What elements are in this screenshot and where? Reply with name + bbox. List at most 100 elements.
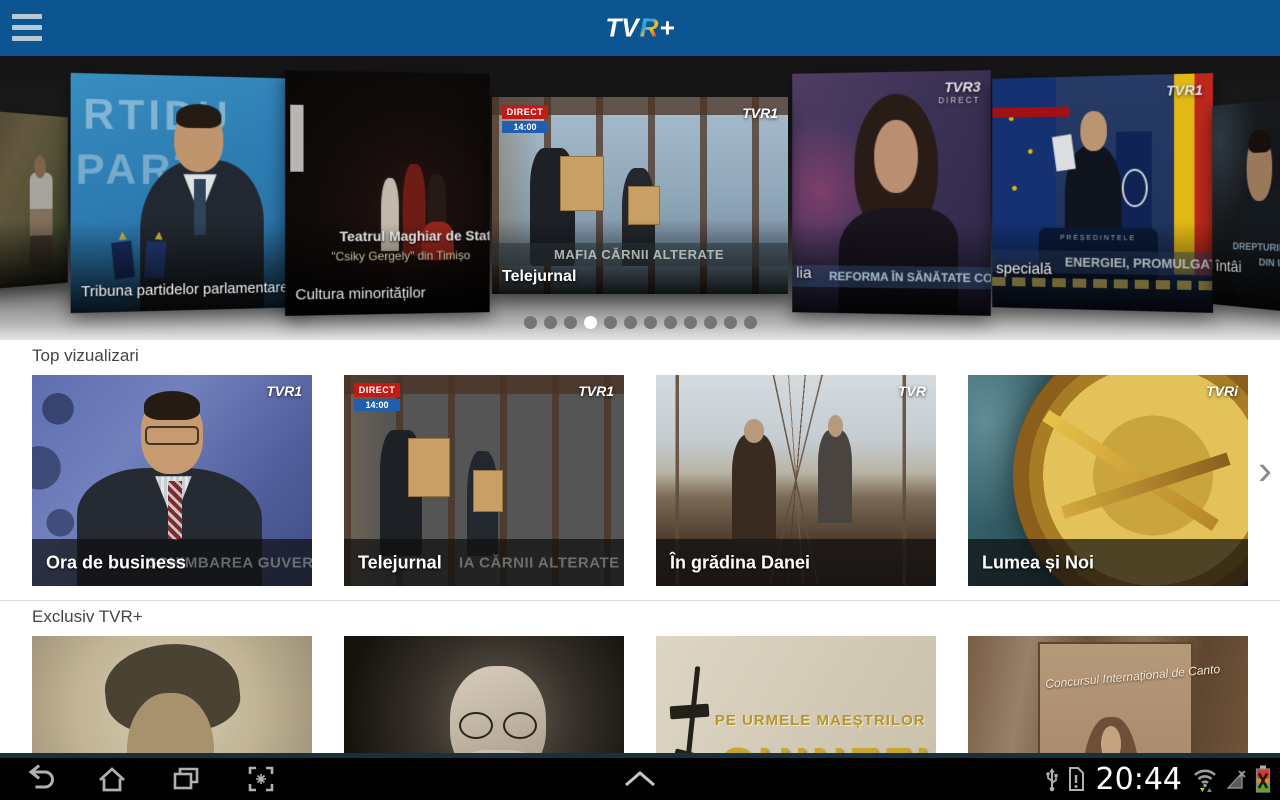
carousel-card-presidential-statement[interactable]: PREȘEDINTELE TVR1 ENERGIEI, PROMULGATĂ s… (992, 73, 1213, 313)
carousel-card-courtyard[interactable] (0, 110, 68, 289)
live-badge: DIRECT (502, 105, 548, 119)
video-thumbnail-ora-de-business[interactable]: TVR1 SCHIMBAREA GUVERNĂRII Ora de busine… (32, 375, 312, 586)
carousel-dot[interactable] (664, 316, 677, 329)
logo-r-swoosh: R (639, 13, 660, 43)
badge-column: DIRECT 14:00 (354, 383, 400, 411)
logo-plus-text: + (659, 13, 674, 43)
video-thumbnail-telejurnal[interactable]: DIRECT 14:00 TVR1 IA CĂRNII ALTERATE Tel… (344, 375, 624, 586)
bottom-shade (0, 220, 68, 290)
app-header: TVR+ (0, 0, 1280, 56)
carousel-card-tribuna[interactable]: RTIDU PARTI Tribuna partidelor parlament… (71, 73, 309, 313)
caption-text: Teatrul Maghiar de Stat (340, 227, 490, 244)
cardboard-box (560, 156, 603, 211)
spine-label (290, 105, 303, 172)
usb-icon (1045, 765, 1059, 793)
host-figure (168, 481, 182, 540)
channel-logo-tvr3: TVR3DIRECT (938, 78, 980, 105)
status-cluster[interactable]: 20:44 (1045, 758, 1272, 800)
video-thumbnail-bw-portrait[interactable] (344, 636, 624, 758)
time-badge: 14:00 (354, 399, 400, 411)
video-title-partial: întâi (1216, 258, 1242, 277)
video-thumbnail-sepia-portrait[interactable] (32, 636, 312, 758)
breaking-red-strip (992, 107, 1069, 118)
tvr-plus-logo: TVR+ (605, 13, 674, 44)
glasses-art (459, 712, 537, 735)
ticker-line: DREPTURILE (1233, 239, 1280, 257)
thumbnail-title-bar: SCHIMBAREA GUVERNĂRII Ora de business (32, 539, 312, 586)
poster-title-text: Concursul Internațional de Canto (1044, 665, 1187, 691)
thumbnail-title-bar: Lumea și Noi (968, 539, 1248, 586)
carousel-dots (0, 316, 1280, 329)
video-thumbnail-pe-urmele-maestrilor-chinezi[interactable]: PE URMELE MAEȘTRILOR CHINEZI (656, 636, 936, 758)
carousel-dot[interactable] (604, 316, 617, 329)
no-sim-icon (1066, 765, 1086, 793)
video-title: Telejurnal (358, 552, 442, 573)
carousel-dot[interactable] (724, 316, 737, 329)
channel-logo-tvr1: TVR1 (578, 383, 614, 399)
direct-sub-label: DIRECT (938, 96, 980, 106)
president-figure (1080, 111, 1106, 151)
next-page-arrow[interactable]: › (1252, 450, 1278, 494)
video-thumbnail-concursul-de-canto[interactable]: Concursul Internațional de Canto (968, 636, 1248, 758)
guest-figure (1247, 134, 1272, 201)
video-title: În grădina Danei (670, 552, 810, 573)
carousel-card-studio-interview[interactable]: DREPTURILE DIN UC întâi (1212, 98, 1280, 313)
carousel-dot[interactable] (564, 316, 577, 329)
news-ticker: REFORMA ÎN SĂNĂTATE CONTINUĂ... (792, 265, 991, 290)
exclusive-row: PE URMELE MAEȘTRILOR CHINEZI Concursul I… (32, 636, 1248, 758)
guest-figure (874, 120, 918, 193)
top-views-row: TVR1 SCHIMBAREA GUVERNĂRII Ora de busine… (32, 375, 1248, 586)
video-thumbnail-lumea-si-noi[interactable]: TVRi Lumea și Noi (968, 375, 1248, 586)
carousel-card-cultura[interactable]: Teatrul Maghiar de Stat "Csiky Gergely" … (285, 70, 490, 316)
time-badge: 14:00 (502, 121, 548, 133)
document-paper (1052, 134, 1076, 171)
screenshot-icon[interactable] (245, 764, 277, 794)
poster-art: Concursul Internațional de Canto (1038, 642, 1193, 758)
host-figure (141, 396, 203, 474)
hamburger-menu-icon[interactable] (12, 14, 42, 41)
video-title-partial: specială (996, 260, 1052, 279)
thumbnail-title-bar: IA CĂRNII ALTERATE Telejurnal (344, 539, 624, 586)
carousel-card-tvr3-talkshow[interactable]: TVR3DIRECT REFORMA ÎN SĂNĂTATE CONTINUĂ.… (792, 70, 991, 316)
live-badge: DIRECT (354, 383, 400, 397)
video-title: Telejurnal (502, 268, 576, 286)
news-ticker: MAFIA CĂRNII ALTERATE (492, 243, 788, 266)
wifi-icon (1192, 765, 1218, 793)
portrait-figure (1082, 717, 1139, 758)
main-content: Top vizualizari TVR1 SCHIMBAREA GUVERNĂR… (0, 340, 1280, 758)
android-navbar: 20:44 (0, 758, 1280, 800)
channel-logo-tvr1: TVR1 (266, 383, 302, 399)
carousel-dot[interactable] (584, 316, 597, 329)
cardboard-box (473, 470, 503, 512)
section-title-top-views: Top vizualizari (0, 340, 1280, 366)
cardboard-box (408, 438, 449, 497)
clock: 20:44 (1096, 762, 1182, 797)
video-thumbnail-in-gradina-danei[interactable]: TVR În grădina Danei (656, 375, 936, 586)
pre-navbar-strip (0, 753, 1280, 758)
video-title: Lumea și Noi (982, 552, 1094, 573)
carousel-dot[interactable] (744, 316, 757, 329)
badge-column: DIRECT 14:00 (502, 105, 548, 133)
video-title-partial: lia (796, 265, 811, 283)
carousel-dot[interactable] (524, 316, 537, 329)
chevron-up-icon[interactable] (620, 768, 660, 790)
carousel-dot[interactable] (544, 316, 557, 329)
carousel-dot[interactable] (684, 316, 697, 329)
carousel-card-telejurnal[interactable]: DIRECT 14:00 TVR1 MAFIA CĂRNII ALTERATE … (492, 97, 788, 294)
carousel-dot[interactable] (704, 316, 717, 329)
recent-apps-icon[interactable] (170, 764, 202, 794)
back-icon[interactable] (24, 764, 56, 794)
logo-tv-text: TV (605, 13, 638, 43)
news-ticker: IA CĂRNII ALTERATE (459, 554, 620, 571)
home-icon[interactable] (96, 764, 128, 794)
channel-logo-tvr1: TVR1 (742, 105, 778, 121)
battery-error-icon (1254, 764, 1272, 794)
carousel-dot[interactable] (624, 316, 637, 329)
channel-logo-tvr: TVR (898, 383, 926, 399)
title-art-text: PE URMELE MAEȘTRILOR (715, 712, 926, 729)
no-signal-icon (1225, 767, 1247, 791)
scene-figure (732, 434, 777, 540)
carousel-dot[interactable] (644, 316, 657, 329)
video-title: Ora de business (46, 552, 186, 573)
scene-figure (818, 430, 852, 523)
